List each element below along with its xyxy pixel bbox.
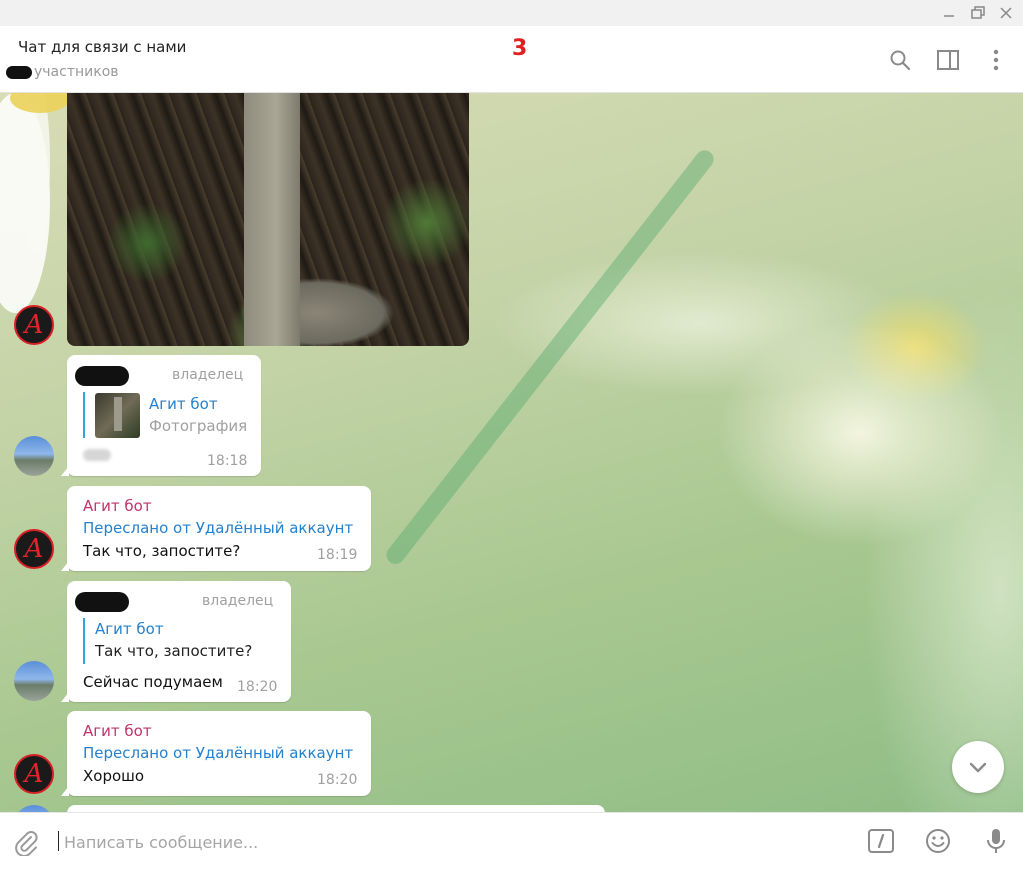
redacted-member-count [6,66,32,79]
window-title-bar [0,0,1023,26]
bubble-tail [61,692,69,702]
avatar[interactable]: A [14,305,54,345]
message-bubble[interactable]: Агит бот Переслано от Удалённый аккаунт … [61,486,371,571]
reply-bar [83,618,85,664]
reply-bar [83,392,85,438]
sender-name[interactable]: Агит бот [83,497,152,515]
photo-message[interactable] [67,93,469,346]
scroll-to-bottom-button[interactable] [952,741,1004,793]
message-bubble[interactable]: владелец Агит бот Фотография 18:18 [61,355,261,476]
bubble-tail [61,466,69,476]
message-time: 18:19 [317,547,358,563]
forwarded-from[interactable]: Переслано от Удалённый аккаунт [83,519,353,537]
sender-name[interactable]: Агит бот [83,722,152,740]
blurred-message-text [83,449,111,461]
reply-text[interactable]: Фотография [149,417,247,435]
message-input[interactable] [62,825,826,859]
message-bubble-partial[interactable] [67,805,605,812]
avatar[interactable] [14,661,54,701]
bot-command-icon[interactable] [867,827,895,855]
redacted-sender-name [75,366,129,386]
chat-history[interactable]: A владелец Агит бот Фотография 18:18 Аги… [0,93,1023,812]
message-text: Так что, запостите? [83,542,241,560]
admin-role-label: владелец [172,367,244,383]
forwarded-from[interactable]: Переслано от Удалённый аккаунт [83,744,353,762]
chat-subtitle: участников [34,64,119,80]
emoji-icon[interactable] [924,827,952,855]
message-time: 18:20 [237,679,278,695]
minimize-icon[interactable] [939,4,959,22]
message-text: Хорошо [83,767,145,785]
message-bubble[interactable]: владелец Агит бот Так что, запостите? Се… [61,581,291,702]
message-bubble[interactable]: Агит бот Переслано от Удалённый аккаунт … [61,711,371,796]
chevron-down-icon [969,762,987,773]
reply-text[interactable]: Так что, запостите? [95,642,252,660]
chat-header[interactable]: Чат для связи с нами участников 3 [0,26,1023,93]
message-composer [0,812,1023,869]
admin-role-label: владелец [202,593,274,609]
message-time: 18:18 [207,453,248,469]
bubble-tail [61,786,69,796]
avatar[interactable] [14,805,54,812]
reply-sender[interactable]: Агит бот [95,620,164,638]
avatar[interactable] [14,436,54,476]
redacted-sender-name [75,592,129,612]
chat-title[interactable]: Чат для связи с нами [18,38,186,56]
bubble-tail [61,561,69,571]
close-icon[interactable] [996,4,1016,22]
text-cursor [58,831,59,851]
message-time: 18:20 [317,772,358,788]
reply-thumbnail [95,393,140,438]
reply-sender[interactable]: Агит бот [149,395,218,413]
avatar[interactable]: A [14,754,54,794]
message-text: Сейчас подумаем [83,673,223,691]
annotation-number: 3 [512,36,528,61]
search-icon[interactable] [888,48,912,72]
restore-icon[interactable] [968,4,988,22]
more-vertical-icon[interactable] [984,48,1008,72]
microphone-icon[interactable] [982,827,1010,855]
sidebar-toggle-icon[interactable] [936,48,960,72]
avatar[interactable]: A [14,529,54,569]
attach-icon[interactable] [12,828,40,856]
